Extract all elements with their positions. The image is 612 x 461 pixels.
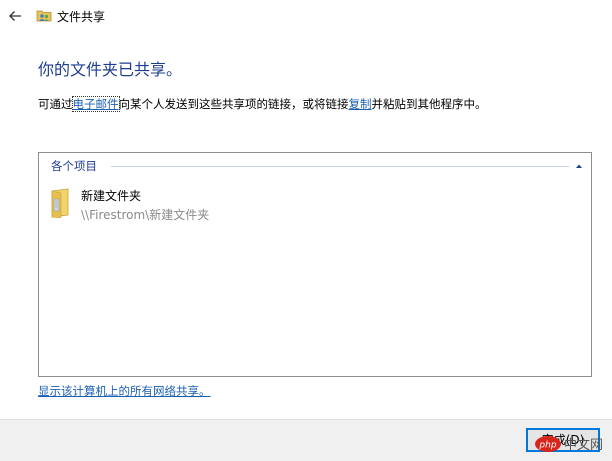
- shared-items-panel: 各个项目 新建文件夹 \\Firestrom\新建文件夹: [38, 152, 592, 377]
- desc-part-3: 并粘贴到其他程序中。: [371, 97, 487, 111]
- description-text: 可通过电子邮件向某个人发送到这些共享项的链接，或将链接复制并粘贴到其他程序中。: [38, 96, 487, 112]
- group-divider: [111, 166, 569, 167]
- window-title: 文件共享: [57, 10, 106, 24]
- shared-folder-icon: [36, 10, 52, 22]
- list-item[interactable]: 新建文件夹 \\Firestrom\新建文件夹: [49, 185, 349, 225]
- group-header[interactable]: 各个项目: [51, 158, 587, 174]
- folder-icon: [51, 188, 69, 218]
- item-name: 新建文件夹: [81, 189, 142, 203]
- back-arrow-icon[interactable]: [6, 7, 24, 25]
- chevron-up-icon[interactable]: [573, 160, 585, 172]
- desc-part-1: 可通过: [38, 97, 73, 111]
- title-bar: 文件共享: [0, 0, 612, 32]
- copy-link[interactable]: 复制: [349, 97, 372, 111]
- watermark-logo: php 中文网: [535, 436, 603, 453]
- desc-part-2: 向某个人发送到这些共享项的链接，或将链接: [118, 97, 349, 111]
- show-all-shares-link[interactable]: 显示该计算机上的所有网络共享。: [38, 383, 211, 399]
- page-heading: 你的文件夹已共享。: [38, 60, 183, 79]
- group-title: 各个项目: [51, 158, 103, 174]
- svg-text:中文网: 中文网: [564, 438, 603, 453]
- svg-text:php: php: [538, 441, 556, 451]
- footer-bar: [0, 419, 612, 461]
- email-link[interactable]: 电子邮件: [71, 96, 120, 112]
- item-path: \\Firestrom\新建文件夹: [81, 208, 210, 222]
